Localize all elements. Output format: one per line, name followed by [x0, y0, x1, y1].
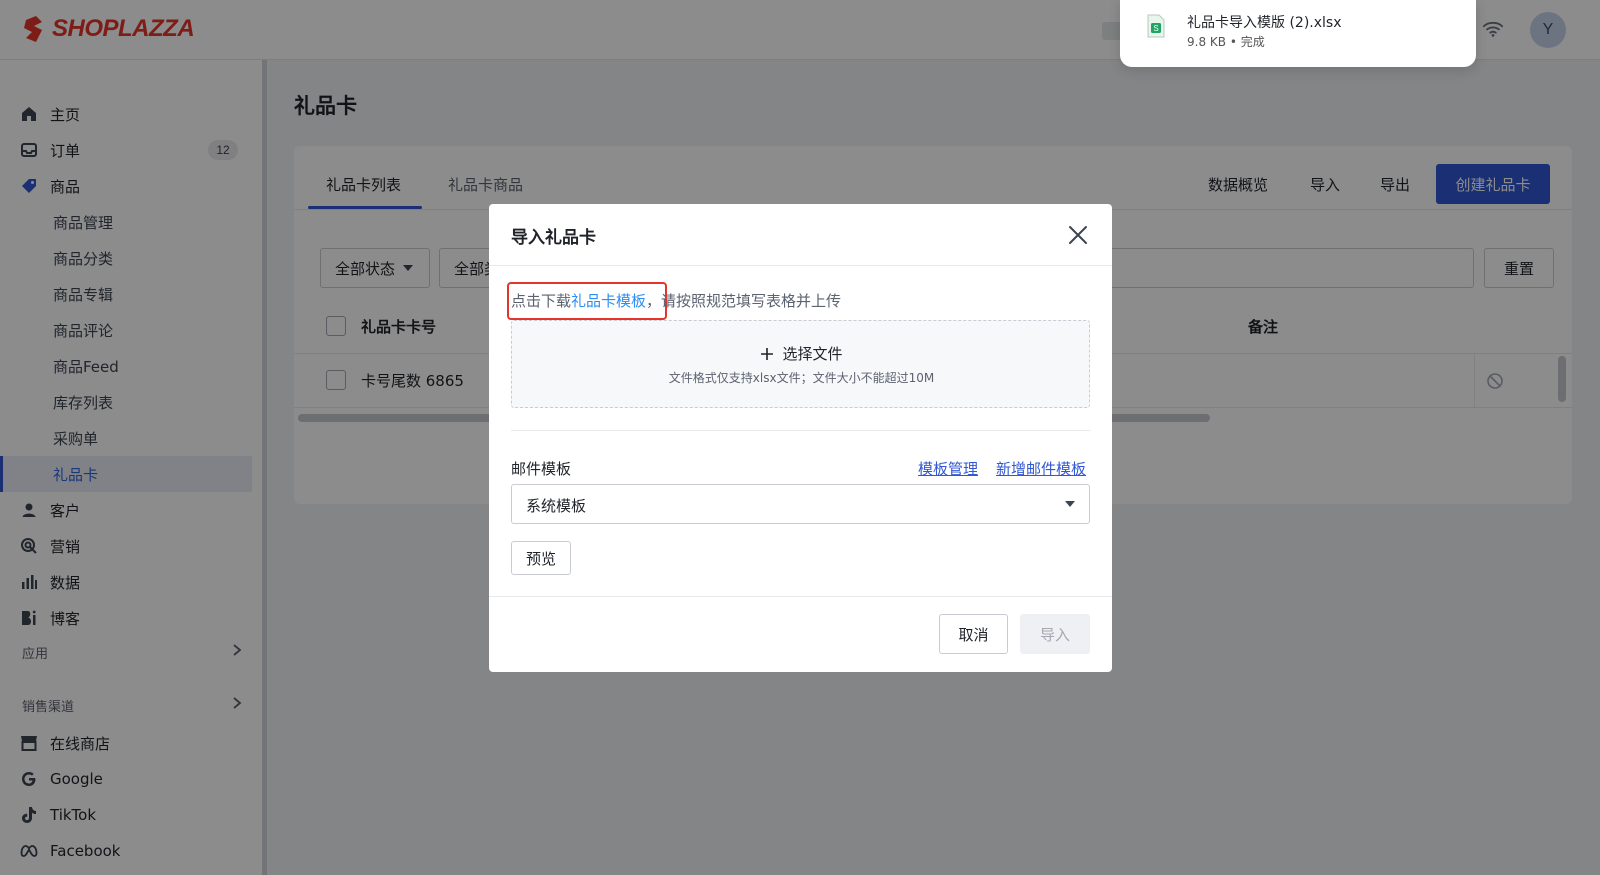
plus-icon	[761, 348, 774, 360]
caret-down-icon	[1065, 501, 1075, 507]
download-file-name: 礼品卡导入模版 (2).xlsx	[1187, 15, 1342, 31]
template-hint: 点击下载礼品卡模板，请按照规范填写表格并上传	[511, 290, 841, 311]
upload-label-text: 选择文件	[782, 345, 843, 363]
hint-prefix: 点击下载	[511, 292, 572, 310]
modal-header: 导入礼品卡	[489, 204, 1112, 266]
svg-text:S: S	[1153, 24, 1158, 33]
file-upload-zone[interactable]: 选择文件 文件格式仅支持xlsx文件；文件大小不能超过10M	[511, 320, 1090, 408]
cancel-button[interactable]: 取消	[939, 614, 1008, 654]
close-icon[interactable]	[1067, 224, 1089, 246]
upload-hint: 文件格式仅支持xlsx文件；文件大小不能超过10M	[668, 371, 935, 385]
manage-templates-link[interactable]: 模板管理	[918, 458, 978, 479]
footer-divider	[489, 596, 1112, 597]
download-notification[interactable]: S 礼品卡导入模版 (2).xlsx 9.8 KB • 完成	[1120, 0, 1476, 67]
add-email-template-link[interactable]: 新增邮件模板	[996, 458, 1086, 479]
preview-button[interactable]: 预览	[511, 541, 571, 575]
email-template-value: 系统模板	[526, 497, 587, 515]
spreadsheet-file-icon: S	[1147, 14, 1165, 38]
modal-title: 导入礼品卡	[511, 228, 596, 248]
section-divider	[511, 430, 1090, 431]
email-template-label: 邮件模板	[511, 460, 572, 478]
download-file-meta: 9.8 KB • 完成	[1187, 35, 1265, 49]
download-template-link[interactable]: 礼品卡模板	[571, 292, 646, 310]
hint-suffix: ，请按照规范填写表格并上传	[646, 292, 842, 310]
import-gift-card-modal: 导入礼品卡 点击下载礼品卡模板，请按照规范填写表格并上传 选择文件 文件格式仅支…	[489, 204, 1112, 672]
upload-label: 选择文件	[512, 343, 1091, 364]
email-template-select[interactable]: 系统模板	[511, 484, 1090, 524]
confirm-import-button[interactable]: 导入	[1020, 614, 1090, 654]
